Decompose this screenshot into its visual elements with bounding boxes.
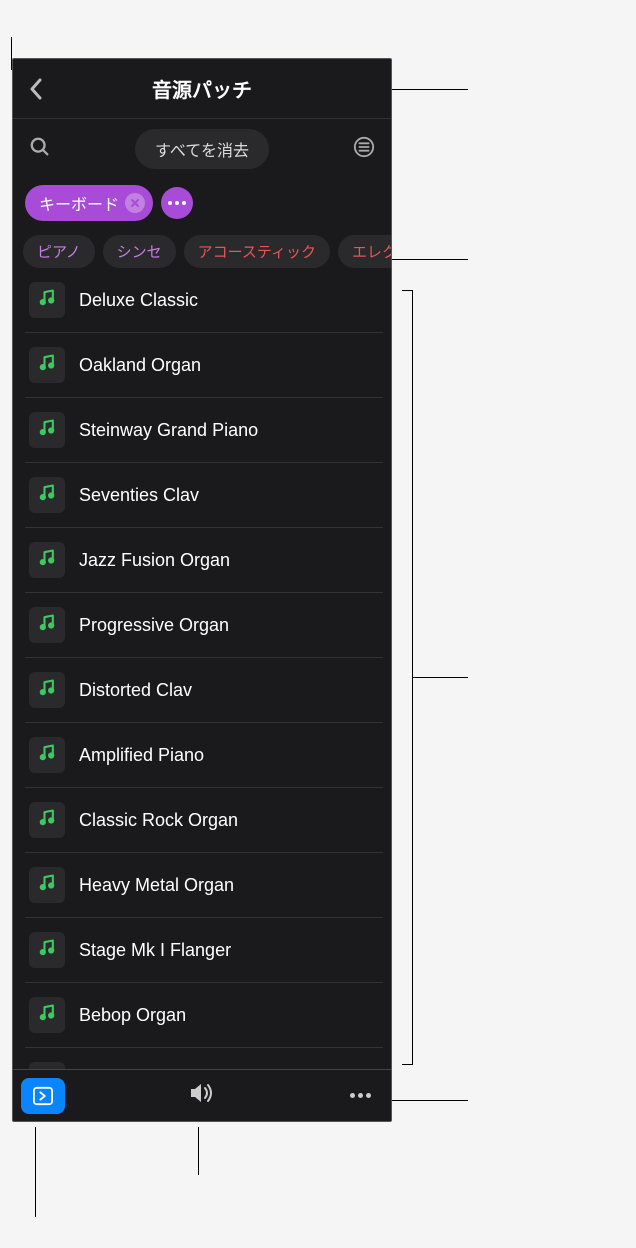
filter-chip-remove[interactable] [125, 193, 145, 213]
page-title: 音源パッチ [152, 74, 252, 103]
patch-icon-container [29, 802, 65, 838]
music-note-icon [37, 418, 57, 443]
download-icon [32, 1086, 54, 1106]
patch-name: Jazz Fusion Organ [79, 550, 230, 571]
category-pill[interactable]: シンセ [103, 235, 176, 268]
patch-icon-container [29, 867, 65, 903]
music-note-icon [37, 1003, 57, 1028]
patch-name: Steinway Grand Piano [79, 420, 258, 441]
music-note-icon [37, 873, 57, 898]
list-item[interactable]: Steinway Grand Piano [25, 398, 383, 463]
music-note-icon [37, 483, 57, 508]
search-button[interactable] [25, 132, 55, 167]
music-note-icon [37, 743, 57, 768]
patch-icon-container [29, 542, 65, 578]
list-item[interactable]: Seventies Clav [25, 463, 383, 528]
list-item[interactable]: Deluxe Classic [25, 282, 383, 333]
music-note-icon [37, 548, 57, 573]
music-note-icon [37, 613, 57, 638]
app-panel: 音源パッチ すべてを消去 キーボード [12, 58, 392, 1122]
preview-sound-button[interactable] [183, 1076, 221, 1115]
patch-name: Stage Mk I Flanger [79, 940, 231, 961]
music-note-icon [37, 938, 57, 963]
toolbar: すべてを消去 [13, 119, 391, 181]
patch-name: Classic Rock Organ [79, 810, 238, 831]
speaker-icon [189, 1082, 215, 1104]
patch-name: Deluxe Classic [79, 290, 198, 311]
list-item[interactable]: Heavy Metal Organ [25, 853, 383, 918]
list-item[interactable]: Oakland Organ [25, 333, 383, 398]
list-item[interactable]: Bebop Organ [25, 983, 383, 1048]
category-label: アコースティック [198, 244, 316, 261]
download-button[interactable] [21, 1078, 65, 1114]
patch-name: Bebop Organ [79, 1005, 186, 1026]
list-item[interactable]: Progressive Organ [25, 593, 383, 658]
more-icon [168, 201, 186, 205]
patch-icon-container [29, 347, 65, 383]
patch-icon-container [29, 607, 65, 643]
patch-name: Progressive Organ [79, 615, 229, 636]
patch-icon-container [29, 672, 65, 708]
more-options-button[interactable] [338, 1087, 383, 1104]
category-pill[interactable]: エレクトリック [338, 235, 391, 268]
list-item[interactable]: Stage Mk I Flanger [25, 918, 383, 983]
patch-icon-container [29, 1062, 65, 1069]
music-note-icon [37, 808, 57, 833]
patch-icon-container [29, 737, 65, 773]
list-item[interactable]: Jazz Organ [25, 1048, 383, 1069]
search-icon [29, 136, 51, 158]
category-label: シンセ [117, 244, 162, 261]
list-item[interactable]: Amplified Piano [25, 723, 383, 788]
patch-name: Heavy Metal Organ [79, 875, 234, 896]
active-filter-row: キーボード [13, 181, 391, 235]
category-pill[interactable]: ピアノ [23, 235, 95, 268]
patch-name: Distorted Clav [79, 680, 192, 701]
category-pill[interactable]: アコースティック [184, 235, 330, 268]
list-toggle-button[interactable] [349, 132, 379, 167]
filter-chip-label: キーボード [39, 191, 119, 215]
list-item[interactable]: Classic Rock Organ [25, 788, 383, 853]
filter-chip-keyboard[interactable]: キーボード [25, 185, 153, 221]
music-note-icon [37, 288, 57, 313]
category-label: エレクトリック [352, 244, 391, 261]
patch-icon-container [29, 412, 65, 448]
header-bar: 音源パッチ [13, 59, 391, 119]
patch-name: Amplified Piano [79, 745, 204, 766]
filter-more-button[interactable] [161, 187, 193, 219]
bottom-bar [13, 1069, 391, 1121]
list-item[interactable]: Jazz Fusion Organ [25, 528, 383, 593]
category-row: ピアノ シンセ アコースティック エレクトリック [13, 235, 391, 282]
close-icon [130, 198, 140, 208]
patch-icon-container [29, 997, 65, 1033]
back-button[interactable] [21, 70, 51, 108]
patch-list[interactable]: Deluxe Classic Oakland Organ Steinway Gran… [13, 282, 391, 1069]
category-label: ピアノ [37, 244, 81, 261]
clear-all-button[interactable]: すべてを消去 [135, 129, 269, 169]
music-note-icon [37, 353, 57, 378]
list-item[interactable]: Distorted Clav [25, 658, 383, 723]
more-icon [350, 1093, 371, 1098]
list-icon [353, 136, 375, 158]
patch-name: Oakland Organ [79, 355, 201, 376]
music-note-icon [37, 678, 57, 703]
patch-name: Seventies Clav [79, 485, 199, 506]
patch-icon-container [29, 282, 65, 318]
chevron-left-icon [29, 78, 43, 100]
patch-icon-container [29, 477, 65, 513]
patch-icon-container [29, 932, 65, 968]
